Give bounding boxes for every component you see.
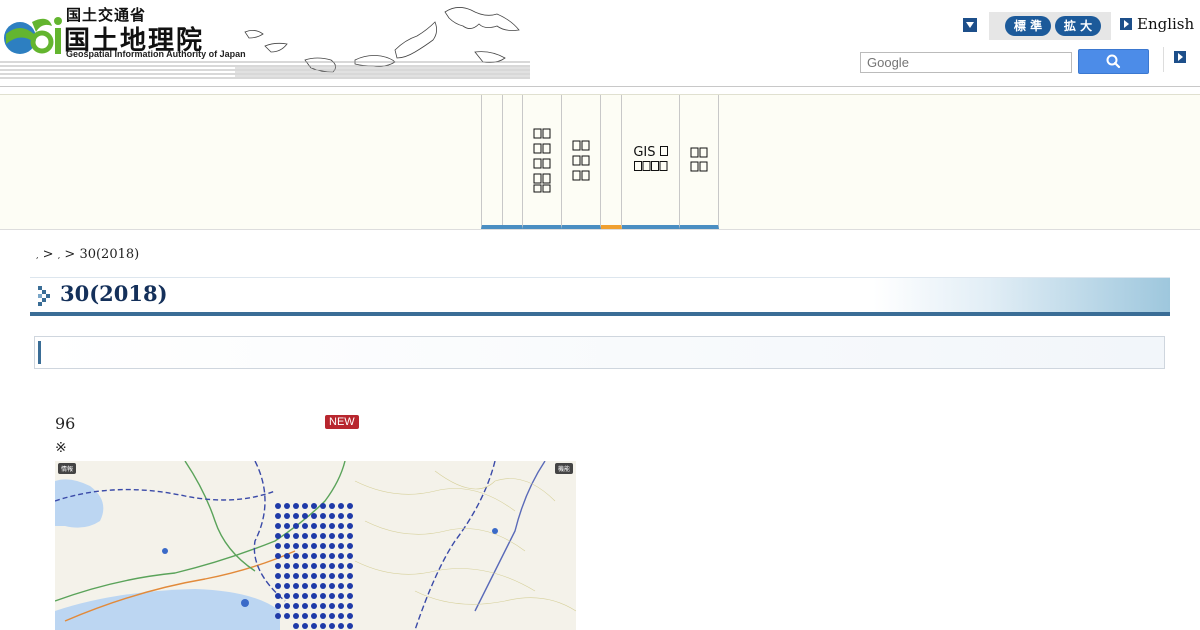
nav-item-4[interactable]	[562, 95, 601, 229]
text-size-large-button[interactable]: 拡 大	[1055, 16, 1101, 36]
nav-item-gis-label: GIS	[633, 145, 668, 175]
nav-item-gis-glyph-row	[633, 161, 667, 171]
map-thumbnail[interactable]: 情報 機能	[55, 461, 576, 630]
english-link-label: English	[1137, 15, 1195, 33]
page-title: 30(2018)	[60, 281, 168, 306]
nav-item-3[interactable]	[523, 95, 562, 229]
breadcrumb: , > , > 30(2018)	[36, 247, 139, 262]
menu-arrow-icon[interactable]	[1174, 51, 1186, 63]
map-label-right[interactable]: 機能	[554, 463, 573, 474]
gsi-logo-mark-icon	[4, 17, 62, 54]
info-box	[34, 336, 1165, 369]
site-header: 国土交通省 国土地理院 Geospatial Information Autho…	[0, 0, 1200, 87]
nav-item-2[interactable]	[502, 95, 523, 229]
logo-rule-lines	[0, 61, 530, 79]
site-logo[interactable]: 国土交通省 国土地理院 Geospatial Information Autho…	[0, 0, 530, 80]
nav-item-1[interactable]	[481, 95, 503, 229]
page-title-bar: 30(2018)	[30, 277, 1170, 316]
breadcrumb-separator: >	[60, 247, 80, 262]
nav-item-5-active[interactable]	[601, 95, 622, 229]
text-size-switcher: 標 準 拡 大	[989, 12, 1111, 40]
new-badge: NEW	[325, 415, 359, 429]
search-button[interactable]	[1078, 49, 1149, 74]
nav-item-4-text	[572, 140, 590, 181]
note-mark: ※	[55, 440, 67, 456]
dropdown-toggle-icon[interactable]	[963, 18, 977, 32]
nav-item-3-text	[533, 128, 551, 193]
nav-item-gis-glyph	[659, 146, 668, 156]
arrow-right-icon	[1120, 18, 1132, 30]
nav-item-gis[interactable]: GIS	[622, 95, 680, 229]
breadcrumb-separator: >	[38, 247, 58, 262]
item-count: 96	[55, 414, 76, 433]
nav-item-gis-text: GIS	[633, 145, 656, 160]
search-icon	[1106, 54, 1121, 69]
breadcrumb-current: 30(2018)	[79, 247, 140, 262]
nav-item-7-text	[690, 147, 708, 172]
map-label-left[interactable]: 情報	[58, 463, 77, 474]
text-size-standard-button[interactable]: 標 準	[1005, 16, 1051, 36]
nav-item-7[interactable]	[680, 95, 719, 229]
title-chevron-icon	[38, 286, 50, 306]
search-input[interactable]	[860, 52, 1072, 73]
global-nav: GIS	[0, 94, 1200, 230]
agency-english-name: Geospatial Information Authority of Japa…	[66, 49, 246, 59]
map-image	[55, 461, 576, 630]
header-divider	[1163, 47, 1164, 72]
english-link[interactable]: English	[1120, 15, 1194, 33]
